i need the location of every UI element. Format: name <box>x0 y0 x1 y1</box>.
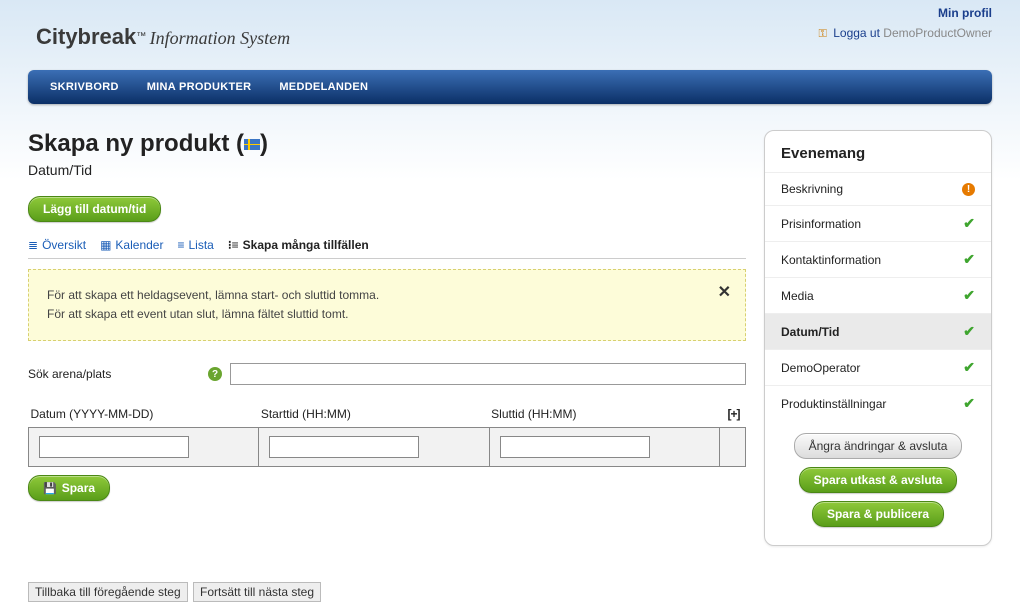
info-line: För att skapa ett heldagsevent, lämna st… <box>47 286 727 305</box>
multi-icon: ⁝≡ <box>228 238 239 252</box>
sidebar-item-beskrivning[interactable]: Beskrivning ! <box>765 172 991 205</box>
tab-oversikt[interactable]: ≣Översikt <box>28 238 86 252</box>
info-line: För att skapa ett event utan slut, lämna… <box>47 305 727 324</box>
table-row <box>29 428 746 467</box>
list-icon: ≡ <box>177 238 184 252</box>
check-icon: ✔ <box>963 287 975 304</box>
endtime-input[interactable] <box>500 436 650 458</box>
col-start: Starttid (HH:MM) <box>259 403 489 428</box>
key-icon: ⚿ <box>819 28 827 40</box>
check-icon: ✔ <box>963 323 975 340</box>
sidebar-item-produktinstallningar[interactable]: Produktinställningar ✔ <box>765 385 991 421</box>
page-title: Skapa ny produkt () <box>28 130 746 158</box>
profile-link[interactable]: Min profil <box>819 6 993 20</box>
check-icon: ✔ <box>963 359 975 376</box>
info-box: ✕ För att skapa ett heldagsevent, lämna … <box>28 269 746 341</box>
prev-step-link[interactable]: Tillbaka till föregående steg <box>28 582 188 602</box>
page-subtitle: Datum/Tid <box>28 162 746 178</box>
logo: Citybreak™ Information System <box>36 24 290 50</box>
sidebar-item-media[interactable]: Media ✔ <box>765 277 991 313</box>
next-step-link[interactable]: Fortsätt till nästa steg <box>193 582 321 602</box>
main-nav: SKRIVBORD MINA PRODUKTER MEDDELANDEN <box>28 70 992 104</box>
nav-meddelanden[interactable]: MEDDELANDEN <box>265 71 382 103</box>
search-arena-input[interactable] <box>230 363 746 385</box>
sidebar-title: Evenemang <box>765 145 991 172</box>
col-date: Datum (YYYY-MM-DD) <box>29 403 259 428</box>
tab-kalender[interactable]: ▦Kalender <box>100 238 163 252</box>
save-draft-button[interactable]: Spara utkast & avsluta <box>799 467 958 493</box>
check-icon: ✔ <box>963 395 975 412</box>
add-row-button[interactable]: [+] <box>728 407 740 421</box>
sidebar-item-kontakt[interactable]: Kontaktinformation ✔ <box>765 241 991 277</box>
subtabs: ≣Översikt ▦Kalender ≡Lista ⁝≡Skapa många… <box>28 238 746 259</box>
warning-icon: ! <box>962 183 975 196</box>
help-icon[interactable]: ? <box>208 367 222 381</box>
overview-icon: ≣ <box>28 238 38 252</box>
nav-mina-produkter[interactable]: MINA PRODUKTER <box>133 71 266 103</box>
sidebar-item-datumtid[interactable]: Datum/Tid ✔ <box>765 313 991 349</box>
flag-se-icon <box>244 139 260 150</box>
tab-lista[interactable]: ≡Lista <box>177 238 213 252</box>
username: DemoProductOwner <box>883 26 992 40</box>
col-end: Sluttid (HH:MM) <box>489 403 719 428</box>
sidebar-item-demooperator[interactable]: DemoOperator ✔ <box>765 349 991 385</box>
save-button[interactable]: 💾 Spara <box>28 475 110 501</box>
starttime-input[interactable] <box>269 436 419 458</box>
check-icon: ✔ <box>963 215 975 232</box>
nav-skrivbord[interactable]: SKRIVBORD <box>36 71 133 103</box>
datetime-table: Datum (YYYY-MM-DD) Starttid (HH:MM) Slut… <box>28 403 746 467</box>
calendar-icon: ▦ <box>100 238 111 252</box>
cancel-button[interactable]: Ångra ändringar & avsluta <box>794 433 963 459</box>
date-input[interactable] <box>39 436 189 458</box>
sidebar: Evenemang Beskrivning ! Prisinformation … <box>764 130 992 546</box>
tab-skapa-manga[interactable]: ⁝≡Skapa många tillfällen <box>228 238 369 252</box>
close-icon[interactable]: ✕ <box>718 280 731 306</box>
add-datetime-button[interactable]: Lägg till datum/tid <box>28 196 161 222</box>
save-icon: 💾 <box>43 482 57 495</box>
check-icon: ✔ <box>963 251 975 268</box>
logout-link[interactable]: Logga ut DemoProductOwner <box>833 26 992 40</box>
save-publish-button[interactable]: Spara & publicera <box>812 501 944 527</box>
sidebar-item-prisinformation[interactable]: Prisinformation ✔ <box>765 205 991 241</box>
search-arena-label: Sök arena/plats <box>28 367 208 381</box>
